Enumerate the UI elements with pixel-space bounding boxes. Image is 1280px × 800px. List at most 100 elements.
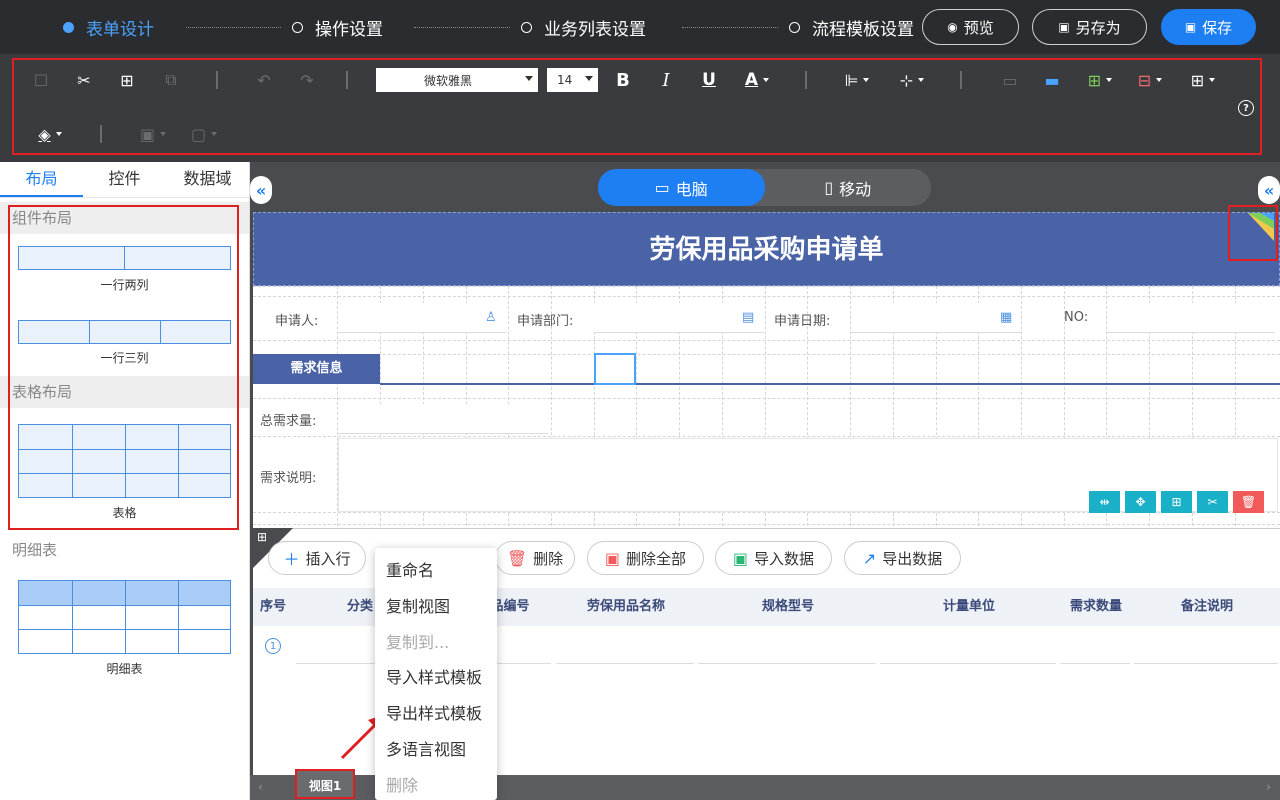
fill-color-icon[interactable]: ◈: [30, 122, 70, 146]
insert-row-icon[interactable]: ⊞: [1082, 68, 1118, 92]
paste-icon[interactable]: ⧉: [160, 68, 182, 92]
grid-icon[interactable]: ⊞: [257, 530, 267, 544]
tab-layout[interactable]: 布局: [0, 162, 83, 197]
menu-import-style-template[interactable]: 导入样式模板: [386, 664, 482, 688]
form-title[interactable]: 劳保用品采购申请单: [253, 212, 1280, 286]
selected-cell[interactable]: [594, 353, 636, 385]
border-icon[interactable]: ⊞: [1187, 68, 1219, 92]
cell-item-name[interactable]: [556, 628, 694, 664]
italic-button[interactable]: I: [655, 68, 677, 92]
trash-icon[interactable]: 🗑: [1233, 491, 1264, 513]
view-tab-1[interactable]: 视图1: [295, 769, 355, 799]
menu-copy-to[interactable]: 复制到...: [386, 629, 449, 653]
col-remark: 备注说明: [1180, 599, 1233, 614]
delete-row-icon[interactable]: ⊟: [1132, 68, 1168, 92]
tab-data-fields[interactable]: 数据域: [166, 162, 249, 197]
resize-icon[interactable]: ⇹: [1089, 491, 1120, 513]
step-flow-template-settings[interactable]: 流程模板设置: [789, 15, 914, 40]
split-cells-icon[interactable]: ▬: [1038, 68, 1066, 92]
export-icon: ↗: [862, 548, 877, 568]
scroll-right-icon[interactable]: ›: [1266, 780, 1271, 794]
collapse-right-icon[interactable]: «: [1258, 176, 1280, 204]
tab-controls[interactable]: 控件: [83, 162, 166, 197]
layout-detail-table[interactable]: 明细表: [0, 568, 249, 688]
phone-icon: ▯: [824, 178, 834, 197]
user-icon[interactable]: ♙: [485, 310, 497, 325]
layout-highlight-frame: [8, 205, 239, 530]
save-as-icon: ▣: [1058, 20, 1070, 34]
col-qty: 需求数量: [1069, 599, 1122, 614]
menu-delete[interactable]: 删除: [386, 772, 418, 796]
delete-all-icon: ▣: [604, 548, 621, 568]
desktop-view-button[interactable]: ▭ 电脑: [598, 169, 765, 206]
chevron-down-icon: [525, 76, 533, 81]
vertical-align-icon[interactable]: ⊹: [895, 68, 929, 92]
floppy-icon: ▣: [1184, 20, 1197, 34]
step-operation-settings[interactable]: 操作设置: [292, 15, 383, 40]
top-step-bar: 表单设计 操作设置 业务列表设置 流程模板设置 ◉ 预览 ▣ 另存为 ▣ 保存: [0, 0, 1280, 54]
undo-icon[interactable]: ↶: [253, 68, 275, 92]
department-label: 申请部门:: [517, 314, 574, 329]
menu-multilang-view[interactable]: 多语言视图: [386, 736, 466, 760]
cell-qty[interactable]: [1060, 628, 1130, 664]
bold-button[interactable]: B: [612, 68, 634, 92]
plus-icon: ＋: [283, 550, 300, 569]
department-input[interactable]: [594, 303, 764, 333]
underline-button[interactable]: U: [698, 68, 720, 92]
delete-button[interactable]: 🗑 删除: [495, 541, 575, 575]
move-icon[interactable]: ✥: [1125, 491, 1156, 513]
no-input[interactable]: [1107, 303, 1275, 333]
help-icon[interactable]: ?: [1238, 100, 1254, 116]
align-left-icon[interactable]: ⊫: [840, 68, 874, 92]
date-input[interactable]: [851, 303, 1021, 333]
cell-spec[interactable]: [698, 628, 876, 664]
link-icon[interactable]: ▢: [188, 122, 220, 146]
step-dot-icon: [521, 22, 532, 33]
mobile-view-button[interactable]: ▯ 移动: [765, 169, 932, 206]
save-as-button[interactable]: ▣ 另存为: [1032, 9, 1147, 45]
left-panel: 布局 控件 数据域 组件布局 一行两列 一行三列 表格布局 表格 明细表 明细表: [0, 162, 250, 800]
cell-unit[interactable]: [880, 628, 1056, 664]
eye-icon: ◉: [947, 20, 958, 34]
menu-rename[interactable]: 重命名: [386, 557, 434, 581]
cell-item-no[interactable]: [497, 628, 551, 664]
cell-remark[interactable]: [1134, 628, 1278, 664]
org-icon[interactable]: ▤: [742, 310, 754, 325]
font-family-select[interactable]: 微软雅黑: [376, 68, 538, 92]
merge-cells-icon[interactable]: ▭: [998, 68, 1022, 92]
font-size-select[interactable]: 14: [547, 68, 598, 92]
insert-row-button[interactable]: ＋插入行: [268, 541, 366, 575]
preview-button[interactable]: ◉ 预览: [922, 9, 1019, 45]
scroll-left-icon[interactable]: ‹: [258, 780, 263, 794]
section-divider: [380, 383, 1280, 385]
calendar-icon[interactable]: ▦: [1000, 310, 1012, 325]
cut-cell-icon[interactable]: ✂: [1197, 491, 1228, 513]
applicant-input[interactable]: [338, 303, 506, 333]
step-form-design[interactable]: 表单设计: [63, 15, 154, 40]
menu-export-style-template[interactable]: 导出样式模板: [386, 700, 482, 724]
section-demand-info[interactable]: 需求信息: [253, 354, 380, 384]
context-menu: 重命名 复制视图 复制到... 导入样式模板 导出样式模板 多语言视图 删除: [375, 548, 497, 800]
export-data-button[interactable]: ↗ 导出数据: [844, 541, 961, 575]
image-icon[interactable]: ▣: [137, 122, 169, 146]
select-all-icon[interactable]: ☐: [30, 68, 52, 92]
cell-category[interactable]: [296, 628, 376, 664]
font-color-button[interactable]: A: [738, 68, 776, 92]
cut-icon[interactable]: ✂: [73, 68, 95, 92]
import-data-button[interactable]: ▣ 导入数据: [715, 541, 832, 575]
step-business-list-settings[interactable]: 业务列表设置: [521, 15, 646, 40]
copy-cell-icon[interactable]: ⊞: [1161, 491, 1192, 513]
delete-all-button[interactable]: ▣ 删除全部: [587, 541, 704, 575]
step-dot-icon: [789, 22, 800, 33]
menu-copy-view[interactable]: 复制视图: [386, 593, 450, 617]
cell-toolbar: ⇹ ✥ ⊞ ✂ 🗑: [1089, 491, 1264, 513]
save-button[interactable]: ▣ 保存: [1161, 9, 1256, 45]
copy-icon[interactable]: ⊞: [116, 68, 138, 92]
trash-icon: 🗑: [506, 548, 528, 568]
redo-icon[interactable]: ↷: [296, 68, 318, 92]
step-dot-icon: [292, 22, 303, 33]
chevron-down-icon: [585, 76, 593, 81]
total-qty-input[interactable]: [338, 404, 548, 434]
style-corner-icon[interactable]: [1230, 207, 1276, 259]
collapse-left-icon[interactable]: «: [250, 176, 272, 204]
